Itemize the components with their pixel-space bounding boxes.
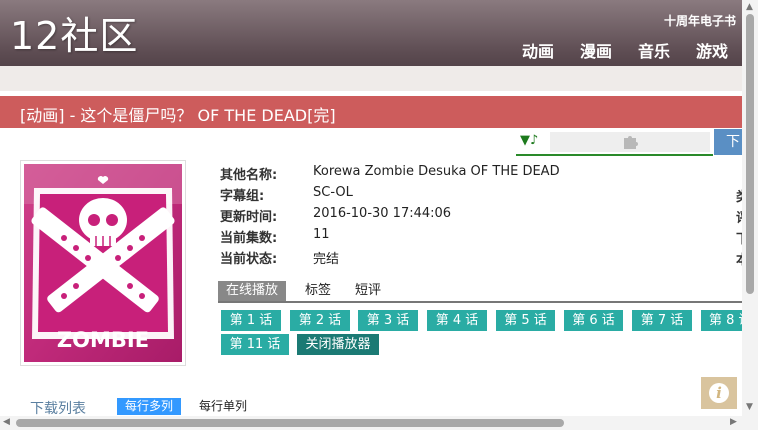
episode-button[interactable]: 第 5 话: [496, 310, 555, 331]
download-list-title: 下载列表: [30, 401, 86, 417]
sub-header-bar: [0, 66, 742, 91]
vertical-scroll-thumb[interactable]: [746, 14, 754, 294]
download-button[interactable]: 下: [714, 129, 742, 155]
tab-short-reviews[interactable]: 短评: [347, 281, 389, 301]
scroll-down-icon[interactable]: ▼: [746, 402, 753, 412]
close-player-button[interactable]: 关闭播放器: [297, 334, 379, 355]
info-value: 11: [313, 227, 330, 242]
tab-tags[interactable]: 标签: [297, 281, 339, 301]
player-toolbar: ▼♪: [516, 131, 713, 156]
content-tabs: 在线播放 标签 短评: [218, 281, 742, 303]
episode-button[interactable]: 第 4 话: [427, 310, 487, 331]
mode-multi-column[interactable]: 每行多列: [117, 398, 182, 415]
nav-manga[interactable]: 漫画: [580, 38, 612, 62]
horizontal-scrollbar[interactable]: ◀ ▶: [0, 416, 758, 430]
nav-music[interactable]: 音乐: [638, 38, 670, 62]
cover-image: ZOMBIE: [20, 160, 186, 366]
info-value: 2016-10-30 17:44:06: [313, 206, 452, 221]
info-value: Korewa Zombie Desuka OF THE DEAD: [313, 164, 560, 179]
nav-games[interactable]: 游戏: [696, 38, 728, 62]
nav-anime[interactable]: 动画: [522, 38, 554, 62]
info-icon: i: [709, 383, 729, 403]
anniversary-ebook-link[interactable]: 十周年电子书: [664, 12, 736, 29]
episode-button[interactable]: 第 3 话: [358, 310, 418, 331]
episode-button[interactable]: 第 11 话: [221, 334, 289, 355]
zombie-cover-art: ZOMBIE: [24, 164, 182, 362]
episode-button[interactable]: 第 1 话: [221, 310, 281, 331]
info-label: 更新时间:: [220, 210, 278, 225]
scroll-left-icon[interactable]: ◀: [3, 417, 10, 427]
info-label: 当前集数:: [220, 231, 278, 246]
plugin-placeholder[interactable]: [550, 132, 710, 152]
info-label: 当前状态:: [220, 252, 278, 267]
episode-button[interactable]: 第 7 话: [632, 310, 692, 331]
info-value: 完结: [313, 252, 340, 267]
info-float-button[interactable]: i: [701, 377, 737, 409]
page-title: [动画] - 这个是僵尸吗？ OF THE DEAD[完]: [20, 106, 336, 125]
info-label: 字幕组:: [220, 189, 265, 204]
episode-button[interactable]: 第 2 话: [290, 310, 350, 331]
cover-logo-text: ZOMBIE: [57, 328, 149, 352]
scroll-right-icon[interactable]: ▶: [730, 417, 737, 427]
music-note-icon[interactable]: ▼♪: [520, 133, 538, 148]
vertical-scrollbar[interactable]: ▲ ▼: [742, 0, 758, 416]
site-header: 12社区 十周年电子书 动画 漫画 音乐 游戏: [0, 0, 742, 66]
episode-button[interactable]: 第 8 话: [701, 310, 742, 331]
site-logo[interactable]: 12社区: [10, 10, 138, 62]
mode-single-column[interactable]: 每行单列: [191, 398, 255, 415]
scroll-up-icon[interactable]: ▲: [746, 2, 753, 12]
info-value[interactable]: SC-OL: [313, 185, 353, 200]
info-label: 其他名称:: [220, 168, 278, 183]
main-nav: 动画 漫画 音乐 游戏: [522, 38, 728, 62]
horizontal-scroll-thumb[interactable]: [16, 419, 564, 427]
episode-button[interactable]: 第 6 话: [564, 310, 623, 331]
page-title-bar: [动画] - 这个是僵尸吗？ OF THE DEAD[完]: [0, 96, 742, 128]
puzzle-icon: [622, 132, 640, 154]
tab-online-play[interactable]: 在线播放: [218, 281, 287, 301]
